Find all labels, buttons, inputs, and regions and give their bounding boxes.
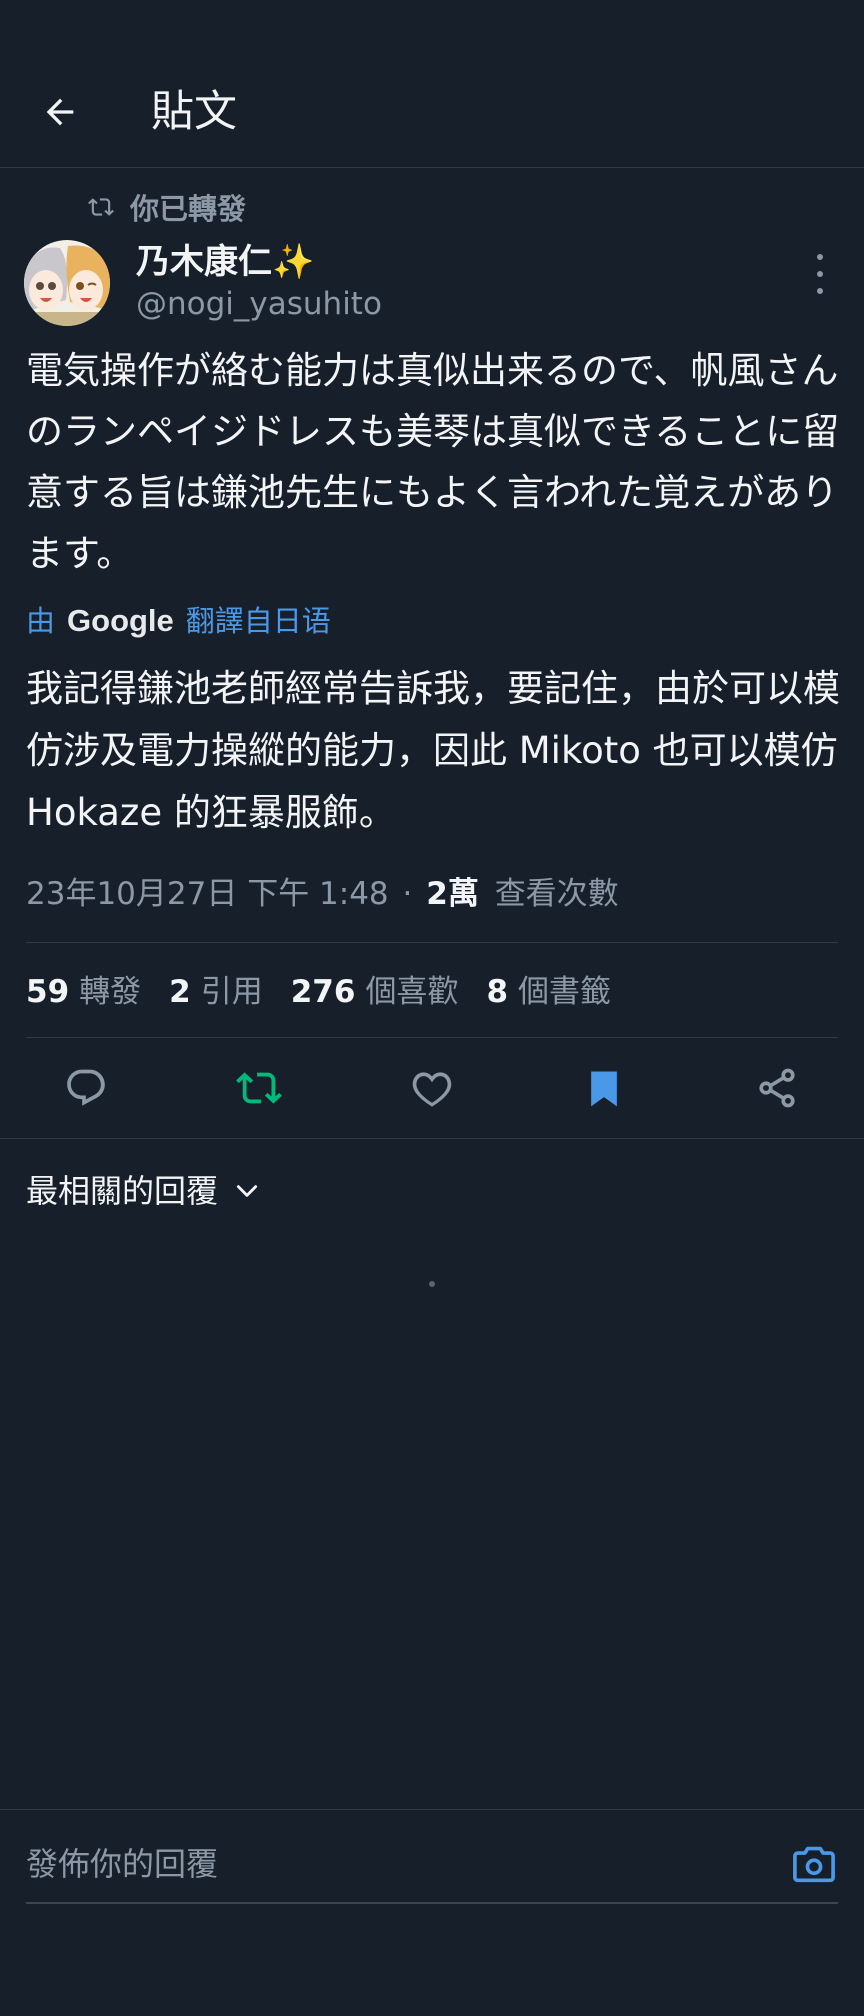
quotes-stat[interactable]: 2 引用 [169,968,263,1016]
back-button[interactable] [30,84,90,140]
likes-stat[interactable]: 276 個喜歡 [291,968,459,1016]
chevron-down-icon [236,1185,258,1197]
translation-prefix: 由 [26,604,56,638]
share-icon [759,1068,795,1108]
author-handle[interactable]: @nogi_yasuhito [136,282,382,326]
retweet-icon [88,198,114,216]
reply-input[interactable] [26,1838,786,1890]
arrow-left-icon [46,98,74,126]
bookmark-button[interactable] [569,1060,639,1116]
header-divider [0,167,864,168]
bookmarks-stat[interactable]: 8 個書籤 [486,968,611,1016]
composer-divider [0,1809,864,1810]
page-title: 貼文 [151,87,237,137]
likes-count: 276 [290,974,356,1010]
camera-button[interactable] [788,1840,840,1888]
meta-separator: · [402,876,413,912]
retweets-count: 59 [26,974,70,1010]
replies-sort-label: 最相關的回覆 [26,1172,219,1210]
views-label: 查看次數 [494,876,619,912]
engagement-stats: 59 轉發 2 引用 276 個喜歡 8 個書籤 [26,968,611,1016]
camera-icon [793,1846,835,1883]
stats-divider [26,1037,838,1038]
like-button[interactable] [397,1060,467,1116]
heart-icon [412,1072,452,1107]
reply-icon [67,1069,105,1106]
retweets-label: 轉發 [79,974,142,1010]
tweet-timestamp[interactable]: 23年10月27日 下午 1:48 [26,876,389,912]
replies-sort-dropdown[interactable]: 最相關的回覆 [26,1168,260,1214]
avatar-illustration [24,240,110,326]
more-dot [817,271,823,277]
tweet-text: 電気操作が絡む能力は真似出来るので、帆風さんのランペイジドレスも美琴は真似できる… [26,349,840,575]
bookmarks-count: 8 [486,974,509,1010]
meta-divider [26,942,838,943]
retweet-icon [236,1072,282,1104]
quotes-label: 引用 [200,974,263,1010]
share-button[interactable] [742,1060,812,1116]
translation-attribution[interactable]: 由 Google 翻譯自日语 [26,598,331,644]
more-options-button[interactable] [808,254,832,294]
reply-button[interactable] [51,1060,121,1116]
retweet-indicator-label: 你已轉發 [130,192,247,226]
bookmarks-label: 個書籤 [518,974,612,1010]
retweet-indicator: 你已轉發 [86,186,246,228]
more-dot [817,288,823,294]
loading-indicator [429,1281,435,1287]
views-count: 2萬 [426,876,479,912]
reply-input-underline [26,1902,838,1904]
author-display-name[interactable]: 乃木康仁✨ [136,238,314,286]
retweet-button[interactable] [224,1060,294,1116]
likes-label: 個喜歡 [365,974,459,1010]
more-dot [817,254,823,260]
actions-divider [0,1138,864,1139]
tweet-meta: 23年10月27日 下午 1:48 · 2萬 查看次數 [26,870,619,918]
translation-source-label: 翻譯自日语 [185,604,331,638]
translated-text: 我記得鎌池老師經常告訴我，要記住，由於可以模仿涉及電力操縱的能力，因此 Miko… [26,667,840,834]
quotes-count: 2 [169,974,191,1010]
bookmark-icon [591,1071,617,1107]
avatar[interactable] [24,240,110,326]
retweets-stat[interactable]: 59 轉發 [26,968,141,1016]
google-logo: Google [67,603,174,638]
